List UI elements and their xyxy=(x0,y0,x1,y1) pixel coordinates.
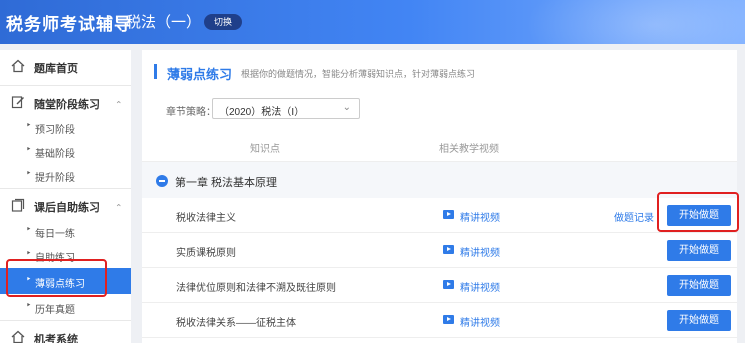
video-link[interactable]: 精讲视频 xyxy=(460,209,500,224)
sidebar-group-label: 课后自助练习 xyxy=(34,202,100,214)
app-title: 税务师考试辅导 xyxy=(6,15,132,34)
select-value: （2020）税法（Ⅰ） xyxy=(219,107,305,118)
chapter-title: 第一章 税法基本原理 xyxy=(175,177,278,189)
knowledge-point-name: 税收法律关系——征税主体 xyxy=(176,318,296,329)
sidebar-item-daily[interactable]: ‣ 每日一练 xyxy=(0,220,131,242)
column-header-video: 相关教学视频 xyxy=(439,144,499,155)
column-header-knowledge: 知识点 xyxy=(250,144,280,155)
table-row: 实质课税原则 精讲视频 开始做题 xyxy=(142,233,737,268)
bullet-icon: ‣ xyxy=(26,144,32,154)
collapse-icon[interactable] xyxy=(156,175,168,187)
start-practice-button[interactable]: 开始做题 xyxy=(667,275,731,296)
bullet-icon: ‣ xyxy=(26,224,32,234)
video-icon[interactable] xyxy=(443,245,454,254)
bullet-icon: ‣ xyxy=(26,248,32,258)
switch-subject-button[interactable]: 切换 xyxy=(204,14,242,30)
sidebar-item-label: 提升阶段 xyxy=(35,173,75,184)
chapter-strategy-select[interactable]: （2020）税法（Ⅰ） ⌄ xyxy=(212,98,360,119)
sidebar-item-label: 基础阶段 xyxy=(35,149,75,160)
sidebar: 题库首页 随堂阶段练习 ⌄ ‣ 预习阶段 ‣ 基础阶段 ‣ 提升阶段 课后自助练… xyxy=(0,50,131,343)
sidebar-item-label: 机考系统 xyxy=(34,334,78,343)
sidebar-item-label: 题库首页 xyxy=(34,63,78,75)
video-link[interactable]: 精讲视频 xyxy=(460,314,500,329)
sidebar-item-label: 每日一练 xyxy=(35,229,75,240)
bullet-icon: ‣ xyxy=(26,300,32,310)
knowledge-point-name: 法律优位原则和法律不溯及既往原则 xyxy=(176,283,336,294)
sidebar-group-self-practice[interactable]: 课后自助练习 ⌄ xyxy=(0,188,131,223)
chevron-up-icon: ⌄ xyxy=(115,99,123,109)
header-decoration xyxy=(525,0,745,44)
sidebar-item-preview[interactable]: ‣ 预习阶段 xyxy=(0,116,131,138)
page-description: 根据你的做题情况，智能分析薄弱知识点，针对薄弱点练习 xyxy=(241,69,476,79)
table-row: 税收法律关系——征税主体 精讲视频 开始做题 xyxy=(142,303,737,338)
highlight-box-start-button xyxy=(657,192,739,232)
video-link[interactable]: 精讲视频 xyxy=(460,279,500,294)
edit-icon xyxy=(11,96,24,109)
record-link[interactable]: 做题记录 xyxy=(614,209,654,224)
video-link[interactable]: 精讲视频 xyxy=(460,244,500,259)
bullet-icon: ‣ xyxy=(26,120,32,130)
document-icon xyxy=(11,198,25,212)
sidebar-item-exam-system[interactable]: 机考系统 xyxy=(0,320,131,343)
chapter-strategy-label: 章节策略： xyxy=(166,107,216,118)
sidebar-item-basic[interactable]: ‣ 基础阶段 xyxy=(0,140,131,162)
sidebar-item-advance[interactable]: ‣ 提升阶段 xyxy=(0,164,131,186)
video-icon[interactable] xyxy=(443,210,454,219)
sidebar-item-past-exams[interactable]: ‣ 历年真题 xyxy=(0,296,131,318)
start-practice-button[interactable]: 开始做题 xyxy=(667,240,731,261)
bullet-icon: ‣ xyxy=(26,168,32,178)
sidebar-item-label: 历年真题 xyxy=(35,305,75,316)
chevron-down-icon: ⌄ xyxy=(342,102,351,113)
highlight-box-sidebar xyxy=(6,259,107,297)
start-practice-button[interactable]: 开始做题 xyxy=(667,310,731,331)
home-icon xyxy=(11,330,25,343)
section-accent-bar xyxy=(154,64,157,79)
sidebar-group-stage-practice[interactable]: 随堂阶段练习 ⌄ xyxy=(0,85,131,120)
video-icon[interactable] xyxy=(443,280,454,289)
sidebar-item-home[interactable]: 题库首页 xyxy=(0,50,131,85)
sidebar-item-label: 预习阶段 xyxy=(35,125,75,136)
main-panel: 薄弱点练习 根据你的做题情况，智能分析薄弱知识点，针对薄弱点练习 章节策略： （… xyxy=(142,50,737,343)
knowledge-point-name: 实质课税原则 xyxy=(176,248,236,259)
top-header: 税务师考试辅导 税法（一） 切换 xyxy=(0,0,745,44)
page-title: 薄弱点练习 xyxy=(167,67,233,82)
table-row: 税收法律主义 精讲视频 做题记录 开始做题 xyxy=(142,198,737,233)
table-row: 法律优位原则和法律不溯及既往原则 精讲视频 开始做题 xyxy=(142,268,737,303)
table-header: 知识点 相关教学视频 xyxy=(142,130,737,162)
video-icon[interactable] xyxy=(443,315,454,324)
knowledge-point-name: 税收法律主义 xyxy=(176,213,236,224)
chevron-up-icon: ⌄ xyxy=(115,202,123,212)
subject-title: 税法（一） xyxy=(126,14,202,31)
sidebar-group-label: 随堂阶段练习 xyxy=(34,99,100,111)
home-icon xyxy=(11,59,25,73)
chapter-row[interactable]: 第一章 税法基本原理 xyxy=(142,162,737,198)
